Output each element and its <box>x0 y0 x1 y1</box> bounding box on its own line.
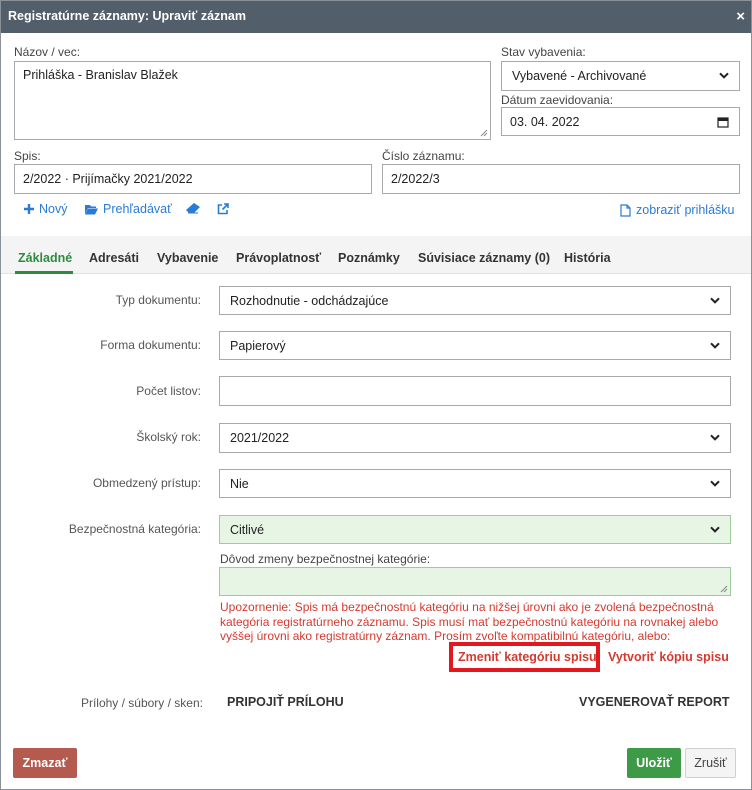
kategoria-label: Bezpečnostná kategória: <box>68 522 201 536</box>
external-link-icon <box>217 203 229 215</box>
folder-open-icon <box>85 204 98 214</box>
stav-value: Vybavené - Archivované <box>512 69 647 83</box>
dialog-title: Registratúrne záznamy: Upraviť záznam <box>8 9 247 23</box>
pristup-label: Obmedzený prístup: <box>92 476 201 490</box>
calendar-icon[interactable] <box>717 116 729 128</box>
rok-label: Školský rok: <box>136 430 201 444</box>
forma-value: Papierový <box>230 338 286 353</box>
zmenit-kategoriu-link[interactable]: Zmeniť kategóriu spisu <box>458 650 597 664</box>
edit-record-dialog: Registratúrne záznamy: Upraviť záznam × … <box>0 0 752 790</box>
nazov-textarea[interactable]: Prihláška - Branislav Blažek <box>14 61 491 140</box>
vygenerovat-report-button[interactable]: VYGENEROVAŤ REPORT <box>579 695 729 709</box>
tab-vybavenie[interactable]: Vybavenie <box>157 251 218 265</box>
prehladavat-button[interactable]: Prehľadávať <box>85 202 172 216</box>
zobrazit-prihlasku-link[interactable]: zobraziť prihlášku <box>620 203 734 217</box>
zrusit-label: Zrušiť <box>694 756 727 770</box>
obmedzeny-pristup-select[interactable]: Nie <box>219 469 731 498</box>
pripojit-prilohu-button[interactable]: PRIPOJIŤ PRÍLOHU <box>227 695 344 709</box>
nazov-label: Názov / vec: <box>14 45 81 59</box>
vytvorit-kopiu-link[interactable]: Vytvoriť kópiu spisu <box>608 650 729 664</box>
datum-label: Dátum zaevidovania: <box>501 93 614 107</box>
stav-select[interactable]: Vybavené - Archivované <box>501 61 740 91</box>
chevron-down-icon <box>710 526 720 533</box>
typ-value: Rozhodnutie - odchádzajúce <box>230 293 389 308</box>
pocet-listov-input[interactable] <box>219 376 731 406</box>
cislo-input[interactable]: 2/2022/3 <box>382 164 740 194</box>
zrusit-button[interactable]: Zrušiť <box>685 748 736 778</box>
resize-handle-icon[interactable] <box>720 585 728 593</box>
typ-label: Typ dokumentu: <box>115 293 201 307</box>
chevron-down-icon <box>710 342 720 349</box>
spis-label: Spis: <box>14 149 41 163</box>
spis-value: 2/2022 · Prijímačky 2021/2022 <box>23 172 193 186</box>
novy-button[interactable]: Nový <box>24 202 67 216</box>
zmazat-button[interactable]: Zmazať <box>13 748 77 778</box>
prilohy-label: Prílohy / súbory / sken: <box>80 696 203 710</box>
chevron-down-icon <box>710 434 720 441</box>
cislo-label: Číslo záznamu: <box>382 149 465 163</box>
eraser-icon <box>186 203 200 214</box>
skolsky-rok-select[interactable]: 2021/2022 <box>219 423 731 453</box>
dialog-titlebar: Registratúrne záznamy: Upraviť záznam × <box>1 1 751 33</box>
rok-value: 2021/2022 <box>230 431 290 445</box>
active-tab-indicator <box>15 271 73 274</box>
chevron-down-icon <box>710 480 720 487</box>
eraser-button[interactable] <box>186 203 200 214</box>
novy-label: Nový <box>39 202 68 216</box>
tab-pravoplatnost[interactable]: Právoplatnosť <box>236 251 321 265</box>
file-icon <box>620 203 631 217</box>
tab-zakladne[interactable]: Základné <box>18 251 72 265</box>
dovod-zmeny-textarea[interactable] <box>219 567 731 596</box>
pocet-label: Počet listov: <box>136 384 201 398</box>
tab-poznamky[interactable]: Poznámky <box>338 251 400 265</box>
typ-dokumentu-select[interactable]: Rozhodnutie - odchádzajúce <box>219 286 731 315</box>
zobrazit-label: zobraziť prihlášku <box>636 203 735 217</box>
resize-handle-icon[interactable] <box>480 129 488 137</box>
zmazat-label: Zmazať <box>22 756 68 770</box>
chevron-down-icon <box>719 72 729 79</box>
tab-bar: Základné Adresáti Vybavenie Právoplatnos… <box>1 236 751 274</box>
chevron-down-icon <box>710 297 720 304</box>
external-link-button[interactable] <box>217 203 229 215</box>
nazov-value: Prihláška - Branislav Blažek <box>23 68 178 82</box>
ulozit-button[interactable]: Uložiť <box>627 748 681 778</box>
cislo-value: 2/2022/3 <box>391 172 440 186</box>
prehladavat-label: Prehľadávať <box>103 202 172 216</box>
tab-suvisiace-zaznamy[interactable]: Súvisiace záznamy (0) <box>418 251 550 265</box>
ulozit-label: Uložiť <box>636 756 672 770</box>
plus-icon <box>24 204 34 214</box>
datum-value: 03. 04. 2022 <box>510 114 580 129</box>
stav-label: Stav vybavenia: <box>501 45 586 59</box>
forma-label: Forma dokumentu: <box>100 338 201 352</box>
datum-input[interactable]: 03. 04. 2022 <box>501 107 740 136</box>
forma-dokumentu-select[interactable]: Papierový <box>219 331 731 360</box>
tab-adresati[interactable]: Adresáti <box>89 251 139 265</box>
pristup-value: Nie <box>230 476 249 491</box>
dovod-label: Dôvod zmeny bezpečnostnej kategórie: <box>220 552 431 566</box>
security-warning-text: Upozornenie: Spis má bezpečnostnú kategó… <box>220 600 719 643</box>
tab-historia[interactable]: História <box>564 251 611 265</box>
bezpecnostna-kategoria-select[interactable]: Citlivé <box>219 515 731 544</box>
close-icon[interactable]: × <box>736 9 745 24</box>
kategoria-value: Citlivé <box>230 522 265 537</box>
spis-input[interactable]: 2/2022 · Prijímačky 2021/2022 <box>14 164 372 194</box>
